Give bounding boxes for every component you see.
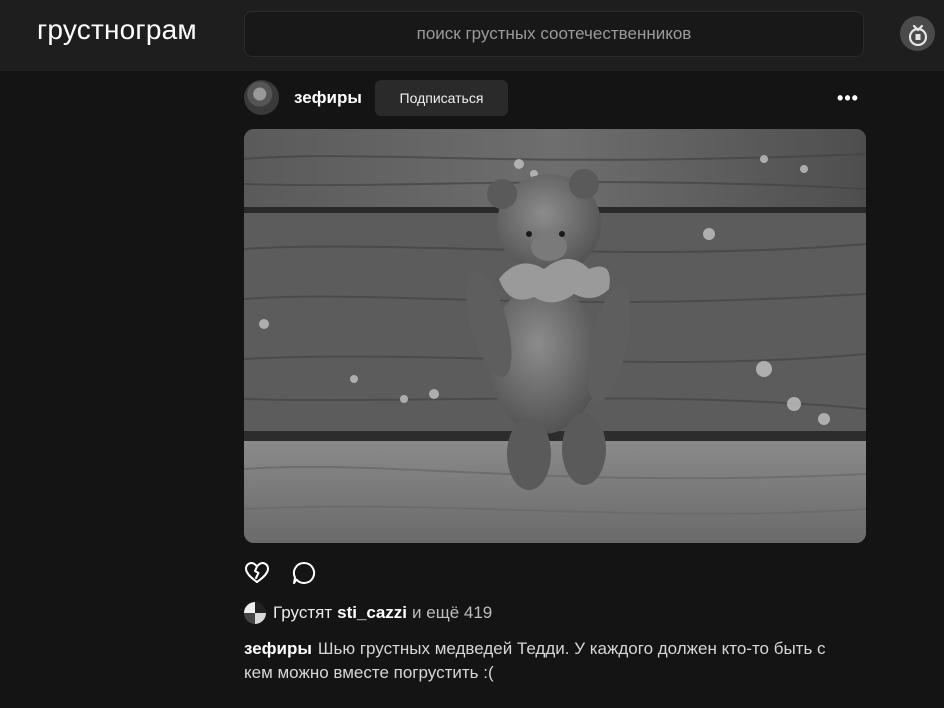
more-options-icon[interactable]: ••• xyxy=(834,86,862,110)
like-button[interactable] xyxy=(244,560,272,588)
likes-count[interactable]: и ещё 419 xyxy=(412,603,492,623)
top-bar: грустнограм xyxy=(0,0,944,71)
likes-prefix: Грустят xyxy=(273,603,333,622)
comment-button[interactable] xyxy=(291,560,319,588)
caption-text: Шью грустных медведей Тедди. У каждого д… xyxy=(244,639,826,682)
caption-username[interactable]: зефиры xyxy=(244,639,312,658)
app-logo[interactable]: грустнограм xyxy=(37,14,197,46)
broken-heart-icon xyxy=(245,562,269,583)
liker-username[interactable]: sti_cazzi xyxy=(337,603,407,623)
comment-icon xyxy=(292,561,316,584)
author-avatar[interactable] xyxy=(244,80,279,115)
search-box[interactable] xyxy=(244,11,864,57)
liker-avatar[interactable] xyxy=(244,602,266,624)
likes-line: Грустят sti_cazzi и ещё 419 xyxy=(244,601,492,625)
search-input[interactable] xyxy=(245,11,863,57)
profile-icon xyxy=(908,24,927,46)
post-header: зефиры Подписаться ••• xyxy=(244,80,866,116)
post-photo[interactable] xyxy=(244,129,866,543)
subscribe-button[interactable]: Подписаться xyxy=(375,80,508,116)
post-caption: зефиры Шью грустных медведей Тедди. У каж… xyxy=(244,637,844,685)
profile-button[interactable] xyxy=(900,16,935,51)
author-username[interactable]: зефиры xyxy=(294,88,362,108)
teddy-bear-photo xyxy=(244,129,866,543)
post-actions xyxy=(244,560,344,588)
